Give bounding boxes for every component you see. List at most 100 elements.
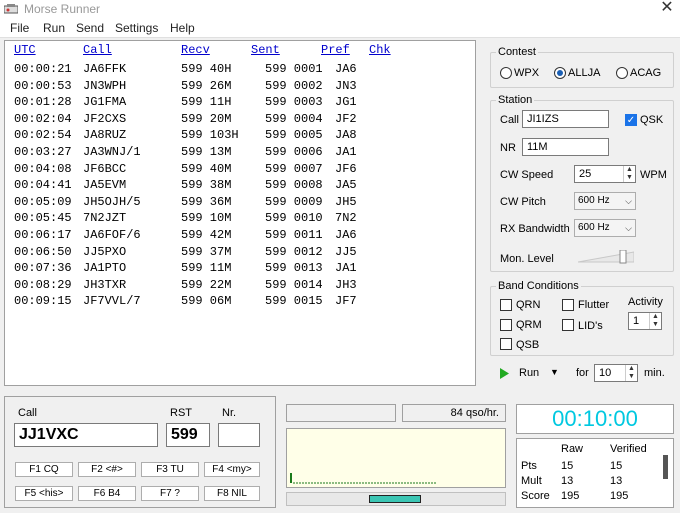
qrn-checkbox[interactable] [500,299,512,311]
flutter-checkbox[interactable] [562,299,574,311]
log-row[interactable]: 00:01:28 JG1FMA 599 11H 599 0003 JG1 [5,95,475,111]
qsk-checkbox[interactable]: ✓ [625,114,637,126]
qrm-label: QRM [516,319,542,331]
radio-acag[interactable] [616,67,628,79]
log-cell-call: JF7VVL/7 [83,294,141,309]
log-row[interactable]: 00:00:53 JN3WPH 599 26M 599 0002 JN3 [5,79,475,95]
log-cell-pref: JG1 [335,95,357,110]
log-cell-recv: 599 40M [181,161,232,176]
min-label: min. [644,367,665,379]
log-row[interactable]: 00:06:17 JA6FOF/6 599 42M 599 0011 JA6 [5,228,475,244]
log-row[interactable]: 00:03:27 JA3WNJ/1 599 13M 599 0006 JA1 [5,145,475,161]
activity-spinner[interactable]: 1 ▲ ▼ [628,312,662,330]
run-minutes-spinner[interactable]: 10 ▲ ▼ [594,364,638,382]
run-button[interactable]: Run ▼ [498,366,570,382]
log-row[interactable]: 00:05:09 JH5OJH/5 599 36M 599 0009 JH5 [5,195,475,211]
run-dropdown-icon[interactable]: ▼ [550,367,559,377]
rx-bandwidth-select[interactable]: 600 Hz ⌵ [574,219,636,237]
log-row[interactable]: 00:00:21 JA6FFK 599 40H 599 0001 JA6 [5,62,475,78]
close-icon[interactable]: ✕ [656,0,678,18]
cw-speed-label: CW Speed [500,169,554,181]
f4-button[interactable]: F4 <my> [204,462,260,477]
f8-button[interactable]: F8 NIL [204,486,260,501]
qso-log[interactable]: UTC Call Recv Sent Pref Chk 00:00:21 JA6F… [4,40,476,386]
score-verified-value: 13 [610,475,623,487]
f2-button[interactable]: F2 <#> [78,462,136,477]
log-row[interactable]: 00:05:45 7N2JZT 599 10M 599 0010 7N2 [5,211,475,227]
entry-call-input[interactable]: JJ1VXC [14,423,158,447]
log-cell-recv: 599 42M [181,228,232,242]
radio-wpx[interactable] [500,67,512,79]
qrm-checkbox[interactable] [500,319,512,331]
log-cell-call: JA6FFK [83,62,127,76]
tuning-scrollbar[interactable] [286,492,506,506]
f6-button[interactable]: F6 B4 [78,486,136,501]
entry-nr-input[interactable] [218,423,260,447]
activity-spin-buttons[interactable]: ▲ ▼ [649,313,661,329]
f1-button[interactable]: F1 CQ [15,462,73,477]
station-nr-input[interactable]: 11M [522,138,609,156]
menu-bar: File Run Send Settings Help [0,18,680,38]
log-row[interactable]: 00:06:50 JJ5PXO 599 37M 599 0012 JJ5 [5,245,475,261]
f3-button[interactable]: F3 TU [141,462,199,477]
menu-settings[interactable]: Settings [115,21,158,35]
log-cell-call: JH5OJH/5 [83,194,141,209]
station-label: Station [496,94,535,106]
log-row[interactable]: 00:02:04 JF2CXS 599 20M 599 0004 JF2 [5,112,475,128]
wpm-label: WPM [640,169,667,181]
log-row[interactable]: 00:02:54 JA8RUZ 599 103H 599 0005 JA8 [5,128,475,144]
radio-allja[interactable] [554,67,566,79]
menu-file[interactable]: File [10,21,29,35]
station-call-label: Call [500,114,519,126]
log-row[interactable]: 00:09:15 JF7VVL/7 599 06M 599 0015 JF7 [5,294,475,310]
log-cell-sent: 599 0002 [265,78,323,93]
log-cell-call: JG1FMA [83,95,127,110]
log-cell-utc: 00:00:53 [14,78,72,93]
cw-speed-spinner[interactable]: 25 ▲ ▼ [574,165,636,183]
chevron-down-icon: ⌵ [625,223,632,233]
menu-run[interactable]: Run [43,21,65,35]
tuning-thumb[interactable] [369,495,421,503]
log-cell-sent: 599 0004 [265,111,323,126]
entry-nr-label: Nr. [222,407,237,419]
cw-speed-spin-buttons[interactable]: ▲ ▼ [623,166,635,182]
f7-button[interactable]: F7 ? [141,486,199,501]
station-call-input[interactable]: JI1IZS [522,110,609,128]
log-cell-sent: 599 0001 [265,62,323,76]
log-row[interactable]: 00:04:41 JA5EVM 599 38M 599 0008 JA5 [5,178,475,194]
mon-level-slider[interactable] [577,249,635,264]
log-cell-recv: 599 11M [181,261,232,276]
radio-wpx-label: WPX [514,67,540,79]
run-minutes-spin-buttons[interactable]: ▲ ▼ [625,365,637,381]
log-cell-pref: JA1 [335,261,357,276]
lids-checkbox[interactable] [562,319,574,331]
log-cell-call: JA3WNJ/1 [83,145,141,159]
log-cell-call: 7N2JZT [83,211,127,226]
log-cell-call: JF2CXS [83,111,127,126]
entry-call-label: Call [18,407,37,419]
cw-pitch-select[interactable]: 600 Hz ⌵ [574,192,636,210]
f5-button[interactable]: F5 <his> [15,486,73,501]
log-cell-pref: 7N2 [335,211,357,226]
qsb-checkbox[interactable] [500,338,512,350]
log-cell-sent: 599 0005 [265,128,323,143]
log-row[interactable]: 00:08:29 JH3TXR 599 22M 599 0014 JH3 [5,278,475,294]
log-row[interactable]: 00:07:36 JA1PTO 599 11M 599 0013 JA1 [5,261,475,277]
log-cell-sent: 599 0007 [265,161,323,176]
score-scrollbar[interactable] [663,455,668,479]
log-cell-sent: 599 0011 [265,228,323,242]
entry-rst-input[interactable]: 599 [166,423,210,447]
log-cell-recv: 599 10M [181,211,232,226]
log-cell-sent: 599 0012 [265,244,323,259]
log-cell-pref: JA8 [335,128,357,143]
log-cell-recv: 599 11H [181,95,232,110]
log-header-call: Call [83,43,112,57]
log-cell-call: JN3WPH [83,78,127,93]
radio-acag-label: ACAG [630,67,662,79]
log-row[interactable]: 00:04:08 JF6BCC 599 40M 599 0007 JF6 [5,162,475,178]
station-nr-label: NR [500,142,516,154]
log-cell-pref: JF7 [335,294,357,309]
log-cell-pref: JJ5 [335,244,357,259]
menu-send[interactable]: Send [76,21,104,35]
menu-help[interactable]: Help [170,21,195,35]
